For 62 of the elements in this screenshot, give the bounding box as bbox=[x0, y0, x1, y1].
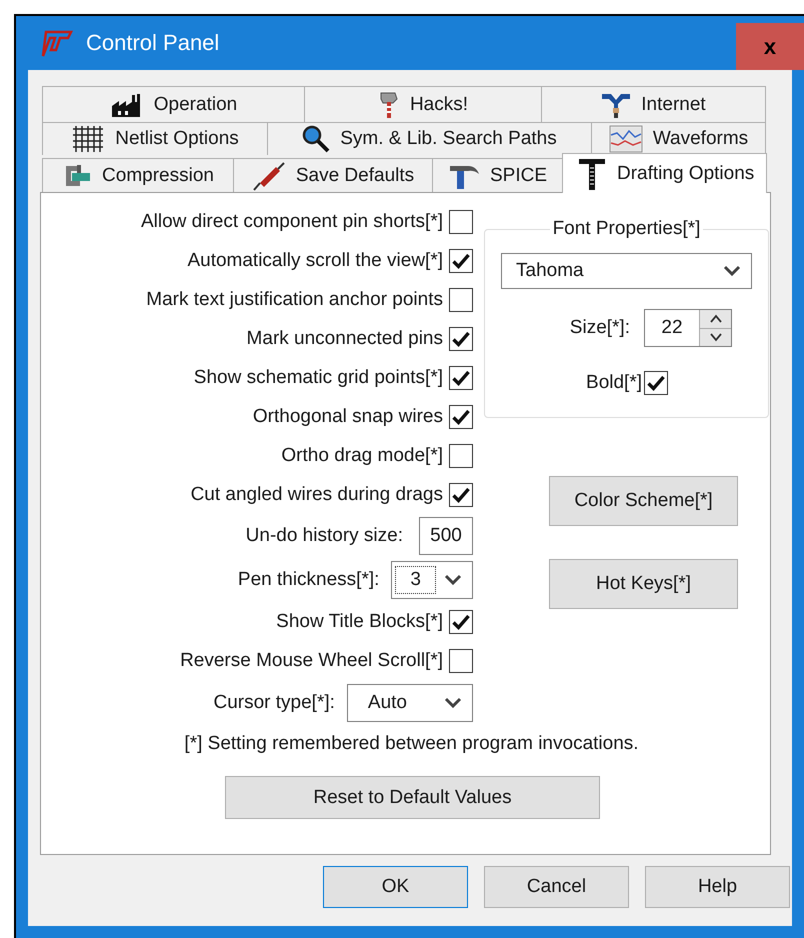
tab[interactable]: Save Defaults bbox=[233, 158, 433, 192]
dropdown[interactable]: 3 bbox=[391, 561, 473, 599]
checkbox[interactable] bbox=[449, 288, 473, 312]
font-dropdown[interactable]: Tahoma bbox=[501, 253, 752, 289]
tab[interactable]: SPICE bbox=[432, 158, 563, 192]
tab[interactable]: Netlist Options bbox=[42, 122, 268, 155]
size-label: Size[*]: bbox=[570, 317, 630, 339]
settings-button[interactable]: Color Scheme[*] bbox=[549, 476, 738, 526]
option-label: Pen thickness[*]: bbox=[238, 569, 380, 591]
checkbox[interactable] bbox=[449, 210, 473, 234]
option-label: Orthogonal snap wires bbox=[252, 406, 443, 428]
option-label: Show schematic grid points[*] bbox=[194, 366, 443, 388]
option-label: Mark unconnected pins bbox=[246, 328, 443, 350]
search-icon bbox=[302, 125, 330, 153]
dialog-button[interactable]: OK bbox=[323, 866, 468, 908]
size-spinner[interactable]: 22 bbox=[644, 309, 732, 347]
up-arrow-button[interactable] bbox=[699, 310, 731, 328]
checkbox[interactable] bbox=[449, 404, 473, 428]
tab[interactable]: Internet bbox=[541, 86, 766, 122]
option-label: Cursor type[*]: bbox=[213, 692, 335, 714]
bold-label: Bold[*] bbox=[586, 372, 642, 394]
option-label: Show Title Blocks[*] bbox=[276, 610, 443, 632]
probe-icon bbox=[252, 160, 286, 190]
down-arrow-button[interactable] bbox=[699, 328, 731, 346]
chevron-icon bbox=[444, 574, 462, 586]
settings-button[interactable]: Hot Keys[*] bbox=[549, 559, 738, 609]
option-label: Mark text justification anchor points bbox=[146, 288, 443, 310]
window-title: Control Panel bbox=[86, 30, 220, 56]
checkbox[interactable] bbox=[449, 248, 473, 272]
tab[interactable]: Compression bbox=[42, 158, 234, 192]
option-label: Allow direct component pin shorts[*] bbox=[140, 210, 443, 232]
option-label: Ortho drag mode[*] bbox=[281, 444, 443, 466]
reset-button[interactable]: Reset to Default Values bbox=[225, 776, 600, 819]
number-field[interactable]: 500 bbox=[419, 517, 473, 555]
dialog-button[interactable]: Cancel bbox=[484, 866, 629, 908]
option-label: Reverse Mouse Wheel Scroll[*] bbox=[180, 650, 443, 672]
checkbox[interactable] bbox=[449, 648, 473, 672]
checkbox[interactable] bbox=[644, 371, 668, 395]
option-label: Automatically scroll the view[*] bbox=[187, 250, 443, 272]
dropdown[interactable]: Auto bbox=[346, 684, 473, 722]
checkbox[interactable] bbox=[449, 366, 473, 390]
group-title: Font Properties[*] bbox=[552, 218, 702, 240]
checkbox[interactable] bbox=[449, 482, 473, 506]
app-logo-icon bbox=[40, 28, 74, 58]
waveform-icon bbox=[608, 125, 643, 153]
chevron-icon bbox=[723, 265, 741, 277]
chevron-icon bbox=[444, 697, 462, 709]
grid-icon bbox=[71, 125, 106, 153]
checkbox[interactable] bbox=[449, 444, 473, 468]
checkbox[interactable] bbox=[449, 610, 473, 634]
t-square-icon bbox=[577, 156, 607, 190]
footnote: [*] Setting remembered between program invocations. bbox=[183, 732, 640, 756]
axe-icon bbox=[378, 90, 400, 118]
tab[interactable]: Waveforms bbox=[591, 122, 766, 155]
tab[interactable]: Sym. & Lib. Search Paths bbox=[267, 122, 592, 155]
close-button[interactable]: x bbox=[736, 23, 804, 70]
checkbox[interactable] bbox=[449, 326, 473, 350]
option-label: Cut angled wires during drags bbox=[190, 484, 443, 506]
dialog-button[interactable]: Help bbox=[645, 866, 790, 908]
option-label: Un-do history size: bbox=[246, 525, 403, 547]
tab[interactable]: Operation bbox=[42, 86, 305, 122]
tab[interactable]: Drafting Options bbox=[562, 153, 767, 193]
